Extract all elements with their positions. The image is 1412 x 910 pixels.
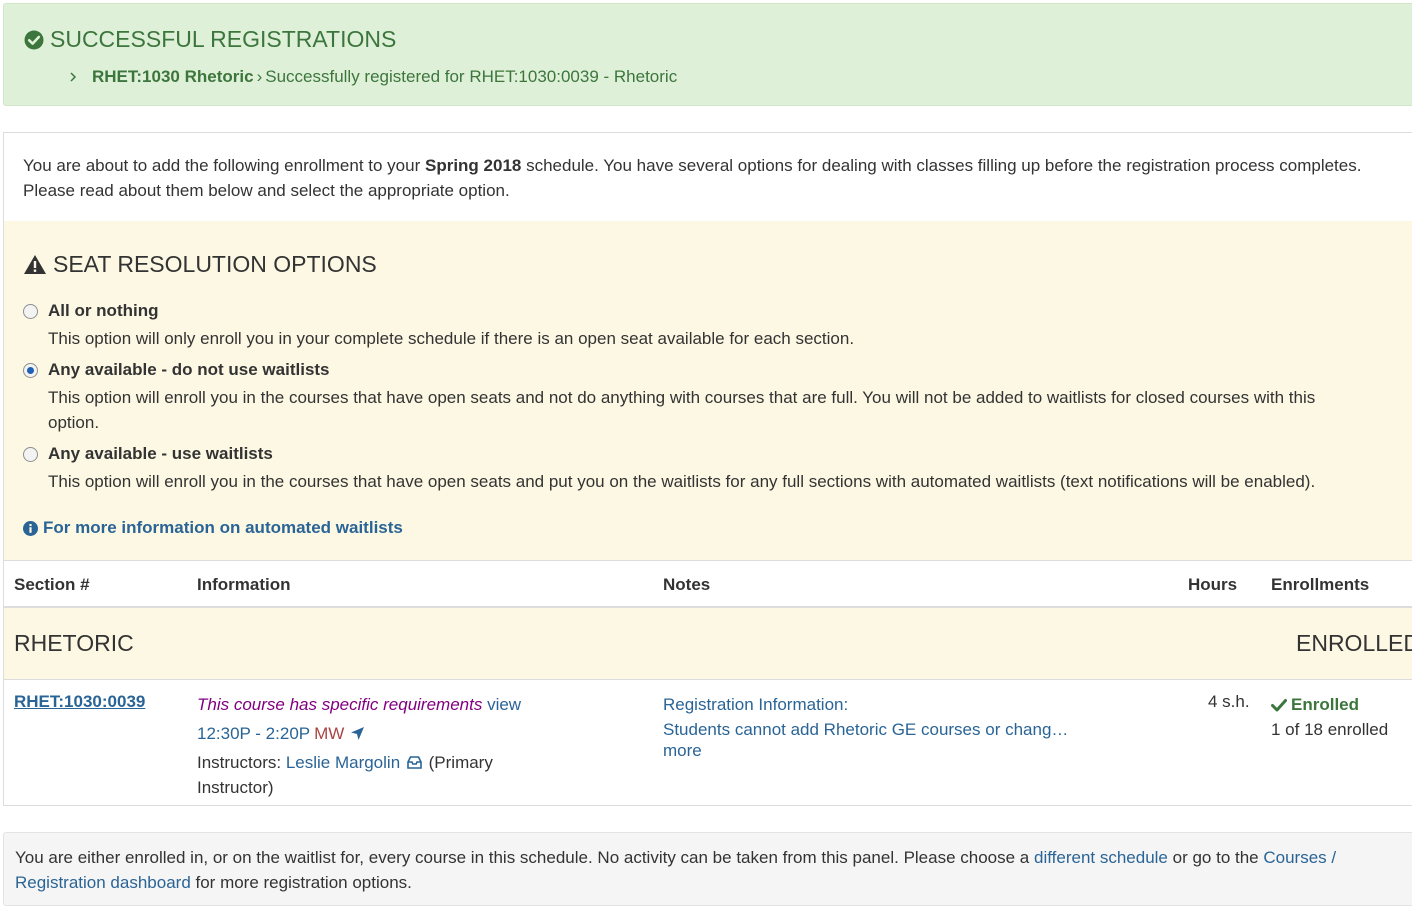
success-message: Successfully registered for RHET:1030:00… <box>265 67 678 86</box>
radio-any-available-no-waitlists[interactable] <box>23 363 38 378</box>
success-title: SUCCESSFUL REGISTRATIONS <box>50 26 397 52</box>
info-circle-icon <box>23 520 38 536</box>
option-description: This option will enroll you in the cours… <box>48 472 1316 491</box>
notice-text-before: You are either enrolled in, or on the wa… <box>15 848 1034 867</box>
success-course: RHET:1030 Rhetoric <box>92 67 254 86</box>
registration-info-title[interactable]: Registration Information: <box>663 695 848 714</box>
header-information: Information <box>197 575 291 594</box>
option-description: This option will only enroll you in your… <box>48 329 855 348</box>
location-arrow-icon[interactable] <box>350 726 365 741</box>
header-enrollments: Enrollments <box>1271 575 1370 594</box>
radio-all-or-nothing[interactable] <box>23 304 38 319</box>
view-requirements-link[interactable]: view <box>487 695 521 714</box>
meeting-days: MW <box>314 724 345 743</box>
check-circle-icon <box>24 30 44 50</box>
course-group-name: RHETORIC <box>14 630 134 656</box>
schedule-notice-panel: You are either enrolled in, or on the wa… <box>3 832 1412 906</box>
option-label[interactable]: Any available - do not use waitlists <box>48 360 330 380</box>
chevron-right-icon <box>68 71 78 83</box>
check-icon <box>1271 698 1287 712</box>
seat-resolution-heading: SEAT RESOLUTION OPTIONS <box>23 251 377 278</box>
schedule-notice-text: You are either enrolled in, or on the wa… <box>15 845 1405 895</box>
seat-resolution-box: SEAT RESOLUTION OPTIONS All or nothing T… <box>4 221 1412 560</box>
different-schedule-link[interactable]: different schedule <box>1034 848 1168 867</box>
option-label[interactable]: All or nothing <box>48 301 158 321</box>
success-heading: SUCCESSFUL REGISTRATIONS <box>24 26 396 53</box>
enrollment-count: 1 of 18 enrolled <box>1271 720 1389 739</box>
header-notes: Notes <box>663 575 711 594</box>
waitlist-info-link[interactable]: For more information on automated waitli… <box>23 518 403 538</box>
notice-text-middle: or go to the <box>1167 848 1264 867</box>
warning-triangle-icon <box>23 254 47 275</box>
course-group-row: RHETORIC ENROLLED <box>4 608 1412 680</box>
intro-text-before: You are about to add the following enrol… <box>23 156 425 175</box>
enrollment-info: Enrolled 1 of 18 enrolled <box>1271 692 1388 742</box>
credit-hours: 4 s.h. <box>1208 692 1250 711</box>
notice-text-after: for more registration options. <box>190 873 412 892</box>
enrollment-status-label: Enrolled <box>1291 695 1360 714</box>
section-link[interactable]: RHET:1030:0039 <box>14 692 145 711</box>
option-label[interactable]: Any available - use waitlists <box>48 444 273 464</box>
instructors-label: Instructors: <box>197 753 286 772</box>
chevron-separator-icon: › <box>256 67 263 86</box>
course-information: This course has specific requirements vi… <box>197 692 537 800</box>
registration-info-text[interactable]: Students cannot add Rhetoric GE courses … <box>663 720 1068 739</box>
seat-resolution-title: SEAT RESOLUTION OPTIONS <box>53 251 377 277</box>
success-panel: SUCCESSFUL REGISTRATIONS RHET:1030 Rheto… <box>3 3 1412 106</box>
header-section: Section # <box>14 575 90 594</box>
instructor-link[interactable]: Leslie Margolin <box>286 753 400 772</box>
course-requirements: This course has specific requirements <box>197 695 483 714</box>
waitlist-info-label[interactable]: For more information on automated waitli… <box>43 518 403 538</box>
option-all-or-nothing[interactable]: All or nothing This option will only enr… <box>23 301 1373 351</box>
table-row: RHET:1030:0039 This course has specific … <box>4 680 1412 806</box>
inbox-icon[interactable] <box>407 756 422 769</box>
course-group-status: ENROLLED <box>1296 630 1412 656</box>
option-any-available-use-waitlists[interactable]: Any available - use waitlists This optio… <box>23 444 1373 494</box>
meeting-time[interactable]: 12:30P - 2:20P <box>197 721 310 746</box>
header-hours: Hours <box>1188 575 1238 594</box>
intro-text: You are about to add the following enrol… <box>23 153 1412 203</box>
enrollment-panel: You are about to add the following enrol… <box>3 132 1412 806</box>
enrollment-status: Enrolled <box>1271 692 1388 717</box>
table-header: Section # Information Notes Hours Enroll… <box>4 560 1412 608</box>
option-any-available-no-waitlists[interactable]: Any available - do not use waitlists Thi… <box>23 360 1373 435</box>
radio-any-available-use-waitlists[interactable] <box>23 447 38 462</box>
option-description: This option will enroll you in the cours… <box>48 388 1316 432</box>
more-link[interactable]: more <box>663 741 702 760</box>
success-message-line: RHET:1030 Rhetoric › Successfully register… <box>68 67 677 87</box>
course-notes: Registration Information: Students canno… <box>663 692 1103 760</box>
term-name: Spring 2018 <box>424 156 522 175</box>
